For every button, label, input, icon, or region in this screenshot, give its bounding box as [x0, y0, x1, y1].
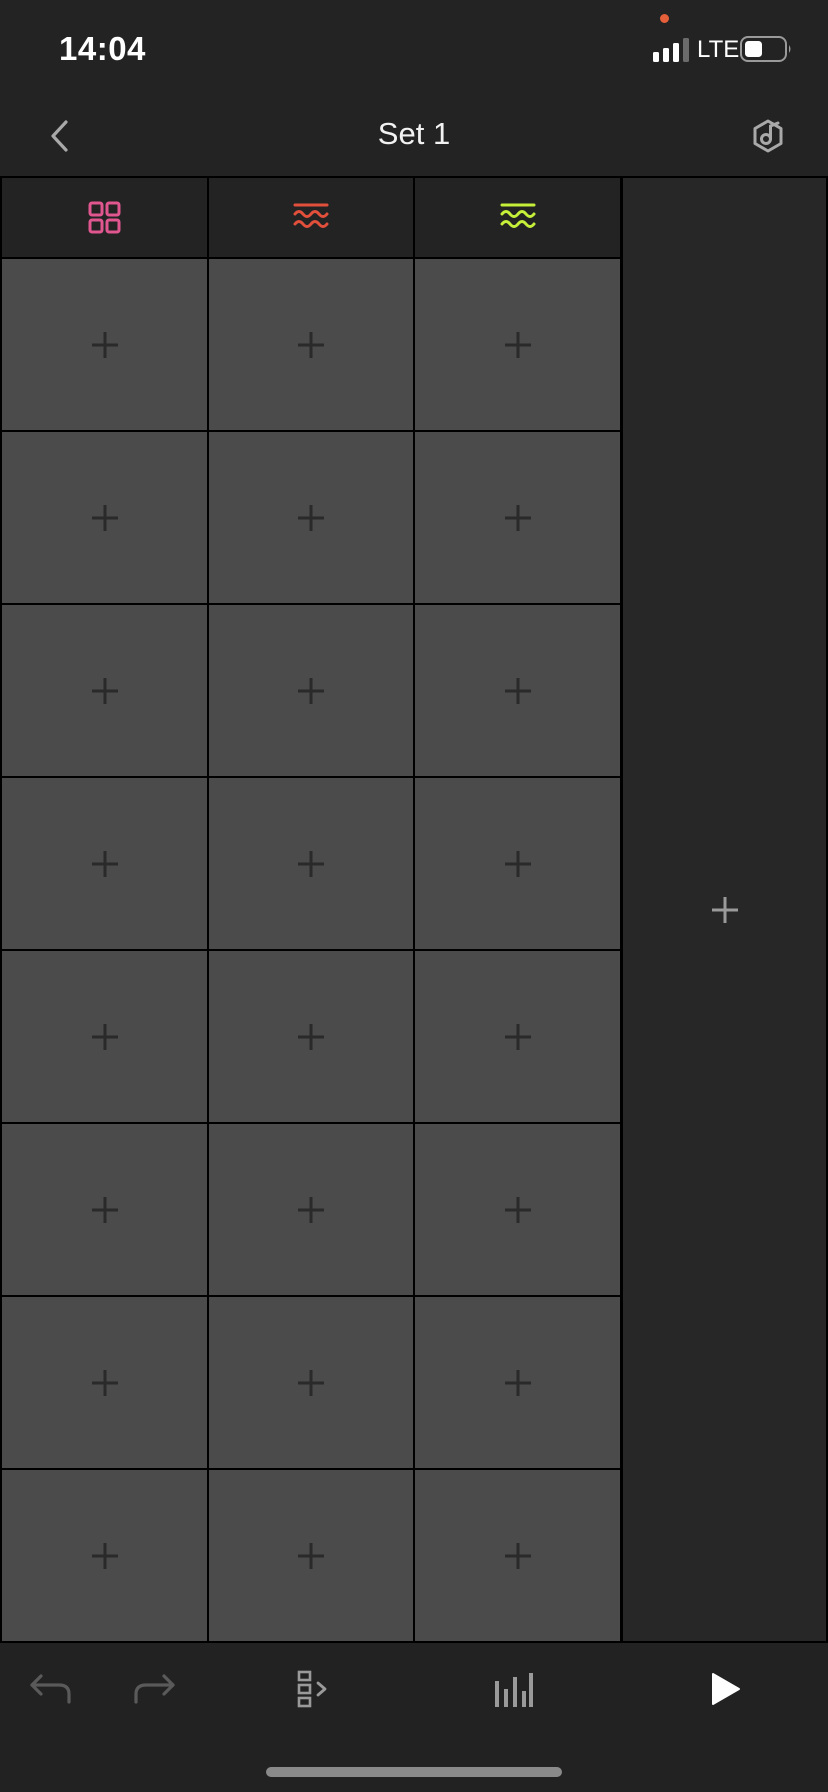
- clip-slot[interactable]: [2, 432, 207, 603]
- plus-icon: [298, 1369, 324, 1396]
- plus-icon: [711, 896, 738, 923]
- redo-icon: [134, 1674, 175, 1704]
- drum-rack-grid-icon: [88, 201, 120, 233]
- play-button[interactable]: [695, 1665, 755, 1713]
- cellular-signal-icon: [653, 38, 689, 62]
- clip-slot[interactable]: [2, 1124, 207, 1295]
- plus-icon: [504, 331, 531, 358]
- clip-slot[interactable]: [2, 605, 207, 776]
- undo-button[interactable]: [21, 1665, 81, 1713]
- clip-slot[interactable]: [415, 951, 620, 1122]
- clip-slot[interactable]: [209, 605, 413, 776]
- plus-icon: [91, 331, 118, 358]
- hexagon-note-icon: [753, 119, 783, 153]
- undo-icon: [30, 1674, 71, 1704]
- clip-slot[interactable]: [209, 1124, 413, 1295]
- status-bar: 14:04 LTE: [0, 0, 828, 96]
- plus-icon: [298, 1542, 324, 1569]
- arrangement-button[interactable]: [284, 1665, 344, 1713]
- clip-slot[interactable]: [415, 259, 620, 430]
- plus-icon: [91, 504, 118, 531]
- clip-slot[interactable]: [415, 605, 620, 776]
- home-indicator: [266, 1767, 562, 1777]
- clip-slot[interactable]: [209, 1297, 413, 1468]
- plus-icon: [298, 331, 324, 358]
- plus-icon: [504, 1196, 531, 1223]
- plus-icon: [504, 850, 531, 877]
- plus-icon: [91, 1542, 118, 1569]
- clip-slot[interactable]: [415, 1470, 620, 1641]
- session-grid: [0, 176, 828, 1643]
- plus-icon: [298, 850, 324, 877]
- clip-slot[interactable]: [2, 778, 207, 949]
- plus-icon: [91, 1369, 118, 1396]
- clip-slot[interactable]: [2, 1297, 207, 1468]
- plus-icon: [504, 677, 531, 704]
- clip-slot[interactable]: [209, 778, 413, 949]
- battery-icon: [740, 36, 791, 62]
- plus-icon: [298, 504, 324, 531]
- clip-slot[interactable]: [209, 432, 413, 603]
- plus-icon: [91, 677, 118, 704]
- network-type: LTE: [697, 36, 740, 63]
- scene-list-icon: [297, 1670, 327, 1708]
- status-time: 14:04: [59, 30, 146, 67]
- clip-slot[interactable]: [2, 951, 207, 1122]
- plus-icon: [298, 1023, 324, 1050]
- track-header-1[interactable]: [2, 178, 207, 257]
- plus-icon: [298, 1196, 324, 1223]
- clip-slot[interactable]: [209, 1470, 413, 1641]
- clip-slot[interactable]: [415, 778, 620, 949]
- clip-slot[interactable]: [415, 1124, 620, 1295]
- synth-wave-icon: [500, 203, 535, 228]
- clip-slot[interactable]: [209, 259, 413, 430]
- clip-slot[interactable]: [415, 1297, 620, 1468]
- plus-icon: [504, 504, 531, 531]
- track-header-2[interactable]: [209, 178, 413, 257]
- set-settings-button[interactable]: [744, 112, 792, 160]
- plus-icon: [91, 1196, 118, 1223]
- bottom-toolbar: [0, 1643, 828, 1792]
- mixer-button[interactable]: [483, 1665, 543, 1713]
- clip-slot[interactable]: [2, 259, 207, 430]
- plus-icon: [504, 1542, 531, 1569]
- plus-icon: [91, 850, 118, 877]
- track-header-3[interactable]: [415, 178, 620, 257]
- plus-icon: [504, 1023, 531, 1050]
- mixer-bars-icon: [495, 1673, 533, 1707]
- plus-icon: [298, 677, 324, 704]
- synth-wave-icon: [293, 203, 329, 228]
- nav-bar: Set 1: [0, 96, 828, 176]
- play-icon: [712, 1673, 740, 1705]
- plus-icon: [91, 1023, 118, 1050]
- clip-slot[interactable]: [415, 432, 620, 603]
- redo-button[interactable]: [124, 1665, 184, 1713]
- clip-slot[interactable]: [209, 951, 413, 1122]
- plus-icon: [504, 1369, 531, 1396]
- recording-indicator: [660, 14, 669, 23]
- page-title: Set 1: [377, 116, 451, 151]
- clip-slot[interactable]: [2, 1470, 207, 1641]
- add-track-button[interactable]: [623, 178, 826, 1641]
